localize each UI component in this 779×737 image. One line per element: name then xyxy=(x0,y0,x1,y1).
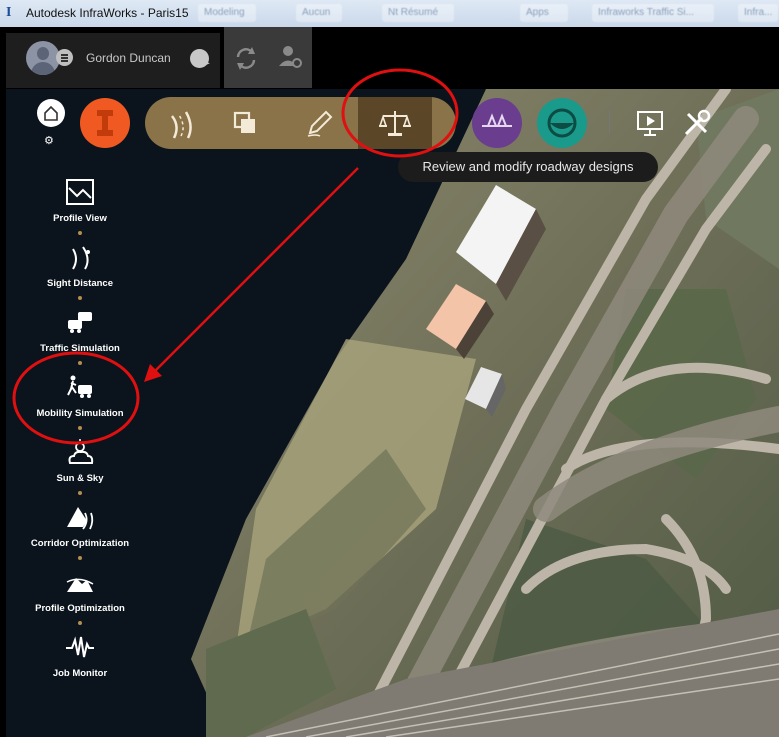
annotation-circle xyxy=(12,351,140,445)
annotation-circle xyxy=(341,68,459,158)
annotation-overlay xyxy=(12,68,459,445)
annotation-arrow xyxy=(151,167,359,375)
